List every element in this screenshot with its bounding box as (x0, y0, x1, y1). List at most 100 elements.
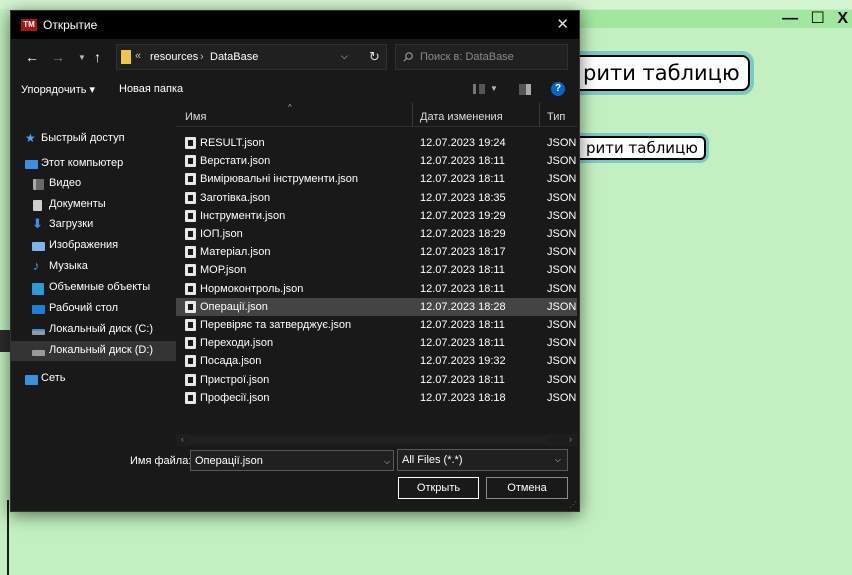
nav-item-downloads[interactable]: ⬇ Загрузки (11, 215, 176, 235)
json-file-icon (185, 391, 196, 404)
scroll-left-icon[interactable]: ‹ (181, 434, 184, 444)
file-date: 12.07.2023 18:35 (420, 191, 506, 204)
file-row[interactable]: Інструменти.json 12.07.2023 19:29 JSON Fil… (176, 207, 577, 225)
address-overflow-chevron[interactable]: « (135, 50, 141, 62)
nav-item-video[interactable]: Видео (11, 174, 176, 194)
view-options-icon[interactable] (473, 84, 485, 94)
scrollbar-thumb[interactable] (189, 437, 549, 443)
preview-pane-icon[interactable] (519, 84, 531, 95)
images-icon (32, 242, 45, 251)
file-name: Перевіряє та затверджує.json (200, 319, 352, 331)
json-file-icon (185, 264, 196, 277)
column-header-name[interactable]: Имя (185, 111, 206, 123)
cancel-button[interactable]: Отмена (486, 477, 568, 499)
nav-label: Изображения (49, 239, 119, 251)
music-icon: ♪ (33, 258, 40, 273)
search-input[interactable]: Поиск в: DataBase (395, 44, 568, 70)
nav-label: Рабочий стол (49, 302, 119, 314)
file-date: 12.07.2023 18:11 (420, 155, 505, 168)
background-app-top (0, 0, 852, 9)
nav-item-quick-access[interactable]: ★ Быстрый доступ (11, 129, 176, 149)
file-row[interactable]: Перевіряє та затверджує.json 12.07.2023 1… (176, 316, 577, 334)
view-options-chevron-icon[interactable]: ▼ (490, 84, 498, 93)
file-type: JSON File (547, 173, 577, 186)
nav-item-drive-d[interactable]: Локальный диск (D:) (11, 341, 176, 361)
file-date: 12.07.2023 18:28 (420, 300, 506, 313)
file-date: 12.07.2023 18:11 (420, 337, 505, 350)
file-row[interactable]: Переходи.json 12.07.2023 18:11 JSON File (176, 334, 577, 352)
nav-item-3d-objects[interactable]: Объемные объекты (11, 278, 176, 298)
nav-item-documents[interactable]: Документы (11, 195, 176, 215)
nav-label: Локальный диск (C:) (49, 323, 154, 335)
computer-icon (25, 160, 38, 169)
minimize-icon[interactable]: — (782, 10, 802, 28)
file-row[interactable]: Операції.json 12.07.2023 18:28 JSON File (176, 297, 577, 316)
nav-item-music[interactable]: ♪ Музыка (11, 257, 176, 277)
filename-dropdown-chevron-icon[interactable]: ⌵ (384, 457, 390, 467)
file-name: Операції.json (200, 300, 268, 313)
open-table-button-secondary[interactable]: рити таблицю (562, 136, 706, 160)
open-table-button[interactable]: рити таблицю (555, 55, 750, 91)
refresh-icon[interactable]: ↻ (369, 49, 380, 65)
file-type: JSON File (547, 246, 577, 259)
column-header-type[interactable]: Тип (547, 111, 565, 123)
file-date: 12.07.2023 18:11 (420, 173, 505, 186)
address-dropdown-chevron-icon[interactable]: ⌵ (341, 51, 348, 62)
navigation-bar: ← → ▼ ↑ « resources › DataBase ⌵ ↻ Поиск… (11, 39, 579, 75)
sort-ascending-icon: ^ (288, 103, 292, 112)
nav-item-desktop[interactable]: Рабочий стол (11, 299, 176, 319)
filename-input[interactable]: Операції.json (190, 450, 394, 471)
filetype-select[interactable]: All Files (*.*) ⌵ (397, 449, 568, 471)
breadcrumb-resources[interactable]: resources (150, 51, 198, 63)
dialog-close-icon[interactable]: ✕ (556, 15, 569, 33)
drive-c-icon (32, 329, 45, 335)
breadcrumb-database[interactable]: DataBase (210, 51, 258, 63)
file-type: JSON File (547, 282, 577, 295)
address-bar[interactable]: « resources › DataBase ⌵ ↻ (116, 44, 387, 70)
forward-arrow-icon[interactable]: → (51, 49, 65, 65)
file-row[interactable]: ІОП.json 12.07.2023 18:29 JSON File (176, 225, 577, 243)
file-row[interactable]: Матеріал.json 12.07.2023 18:17 JSON File (176, 243, 577, 261)
maximize-icon[interactable]: ☐ (811, 8, 829, 28)
file-row[interactable]: Нормоконтроль.json 12.07.2023 18:11 JSON F… (176, 280, 577, 298)
nav-item-drive-c[interactable]: Локальный диск (C:) (11, 320, 176, 340)
file-row[interactable]: Верстати.json 12.07.2023 18:11 JSON File (176, 152, 577, 170)
file-row[interactable]: Посада.json 12.07.2023 19:32 JSON File (176, 352, 577, 370)
file-type: JSON File (547, 228, 577, 240)
up-arrow-icon[interactable]: ↑ (94, 49, 101, 65)
file-type: JSON File (547, 209, 577, 222)
column-header-date[interactable]: Дата изменения (420, 111, 503, 123)
file-name: Заготівка.json (200, 191, 271, 204)
open-button[interactable]: Открыть (398, 477, 479, 499)
organize-button[interactable]: Упорядочить ▾ (21, 83, 95, 96)
json-file-icon (185, 319, 196, 331)
file-type: JSON File (547, 155, 577, 168)
nav-item-this-pc[interactable]: Этот компьютер (11, 154, 176, 174)
new-folder-button[interactable]: Новая папка (119, 83, 183, 95)
file-row[interactable]: Вимірювальні інструменти.json 12.07.2023 … (176, 170, 577, 188)
file-name: Професії.json (200, 391, 270, 404)
json-file-icon (185, 173, 196, 186)
column-divider[interactable] (539, 103, 540, 127)
nav-item-images[interactable]: Изображения (11, 236, 176, 256)
video-icon (33, 179, 44, 190)
file-name: МОР.json (200, 264, 247, 277)
file-name: Вимірювальні інструменти.json (200, 173, 359, 186)
help-icon[interactable]: ? (551, 82, 565, 96)
recent-locations-chevron-icon[interactable]: ▼ (78, 53, 86, 62)
file-date: 12.07.2023 19:24 (420, 137, 506, 149)
file-row[interactable]: RESULT.json 12.07.2023 19:24 JSON File (176, 134, 577, 152)
column-divider[interactable] (412, 103, 413, 127)
file-row[interactable]: Заготівка.json 12.07.2023 18:35 JSON File (176, 189, 577, 207)
json-file-icon (185, 228, 196, 240)
file-row[interactable]: МОР.json 12.07.2023 18:11 JSON File (176, 261, 577, 279)
resize-grip-icon[interactable]: ⋰ (569, 500, 577, 509)
close-icon[interactable]: X (837, 10, 852, 28)
file-row[interactable]: Пристрої.json 12.07.2023 18:11 JSON File (176, 371, 577, 389)
back-arrow-icon[interactable]: ← (25, 49, 39, 65)
nav-item-network[interactable]: Сеть (11, 369, 176, 389)
file-row[interactable]: Професії.json 12.07.2023 18:18 JSON File (176, 389, 577, 407)
scroll-right-icon[interactable]: › (569, 434, 572, 444)
nav-label: Объемные объекты (49, 281, 151, 293)
horizontal-scrollbar[interactable]: ‹ › (176, 434, 577, 446)
